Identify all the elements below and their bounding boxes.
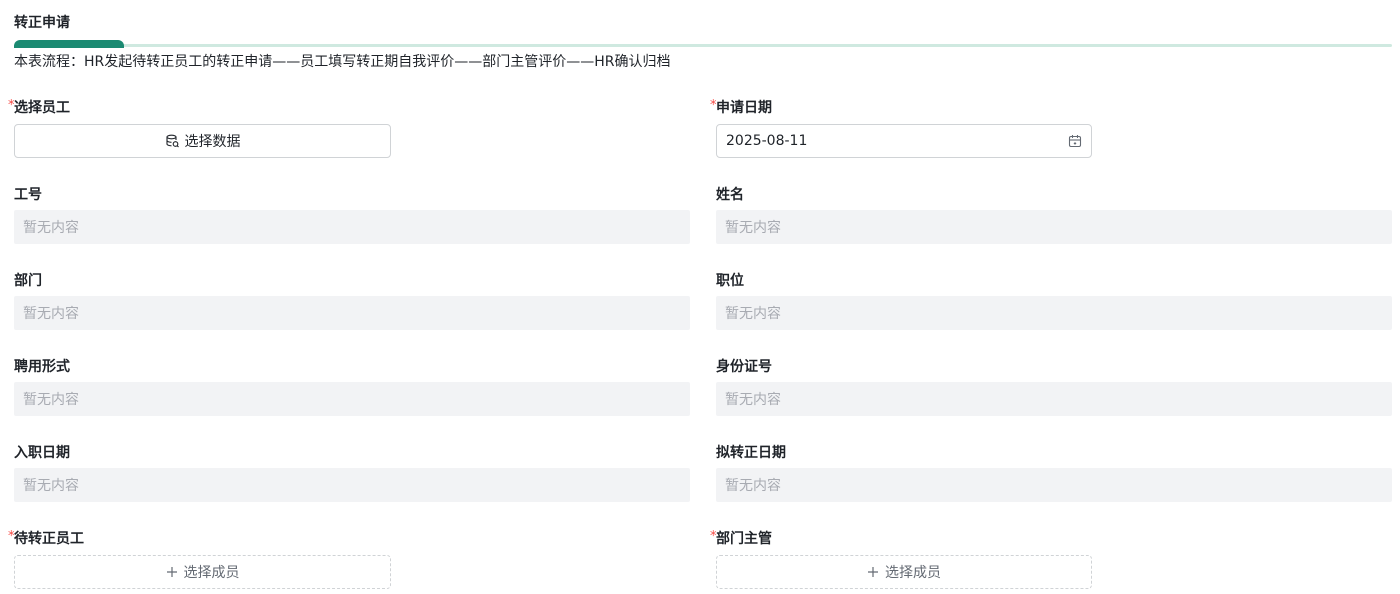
select-pending-employee-button[interactable]: 选择成员 xyxy=(14,555,391,589)
department-label: 部门 xyxy=(14,273,42,289)
plus-icon xyxy=(867,566,879,578)
required-mark: * xyxy=(710,98,717,113)
apply-date-value: 2025-08-11 xyxy=(726,133,808,149)
position-label: 职位 xyxy=(716,273,744,289)
id-number-label: 身份证号 xyxy=(716,359,772,375)
database-icon xyxy=(165,134,179,148)
emp-no-label: 工号 xyxy=(14,187,42,203)
apply-date-label: * 申请日期 xyxy=(710,98,772,116)
hire-date-label: 入职日期 xyxy=(14,445,70,461)
select-data-button[interactable]: 选择数据 xyxy=(14,124,391,158)
employment-type-label: 聘用形式 xyxy=(14,359,70,375)
required-mark: * xyxy=(8,98,15,113)
required-mark: * xyxy=(8,529,15,544)
dept-manager-label: * 部门主管 xyxy=(710,529,772,547)
select-dept-manager-button[interactable]: 选择成员 xyxy=(716,555,1092,589)
employee-select-label: * 选择员工 xyxy=(8,98,70,116)
emp-no-field: 暂无内容 xyxy=(14,210,690,244)
section-title: 转正申请 xyxy=(14,15,70,31)
name-label: 姓名 xyxy=(716,187,744,203)
required-mark: * xyxy=(710,529,717,544)
pending-employee-label: * 待转正员工 xyxy=(8,529,84,547)
apply-date-input[interactable]: 2025-08-11 xyxy=(716,124,1092,158)
position-field: 暂无内容 xyxy=(716,296,1392,330)
plus-icon xyxy=(166,566,178,578)
regularization-date-label: 拟转正日期 xyxy=(716,445,786,461)
employment-type-field: 暂无内容 xyxy=(14,382,690,416)
flow-description: 本表流程：HR发起待转正员工的转正申请——员工填写转正期自我评价——部门主管评价… xyxy=(14,54,671,70)
hire-date-field: 暂无内容 xyxy=(14,468,690,502)
name-field: 暂无内容 xyxy=(716,210,1392,244)
regularization-date-field: 暂无内容 xyxy=(716,468,1392,502)
section-title-underline xyxy=(14,44,1392,47)
department-field: 暂无内容 xyxy=(14,296,690,330)
calendar-icon[interactable] xyxy=(1068,134,1082,152)
id-number-field: 暂无内容 xyxy=(716,382,1392,416)
section-title-accent-bar xyxy=(14,40,124,48)
